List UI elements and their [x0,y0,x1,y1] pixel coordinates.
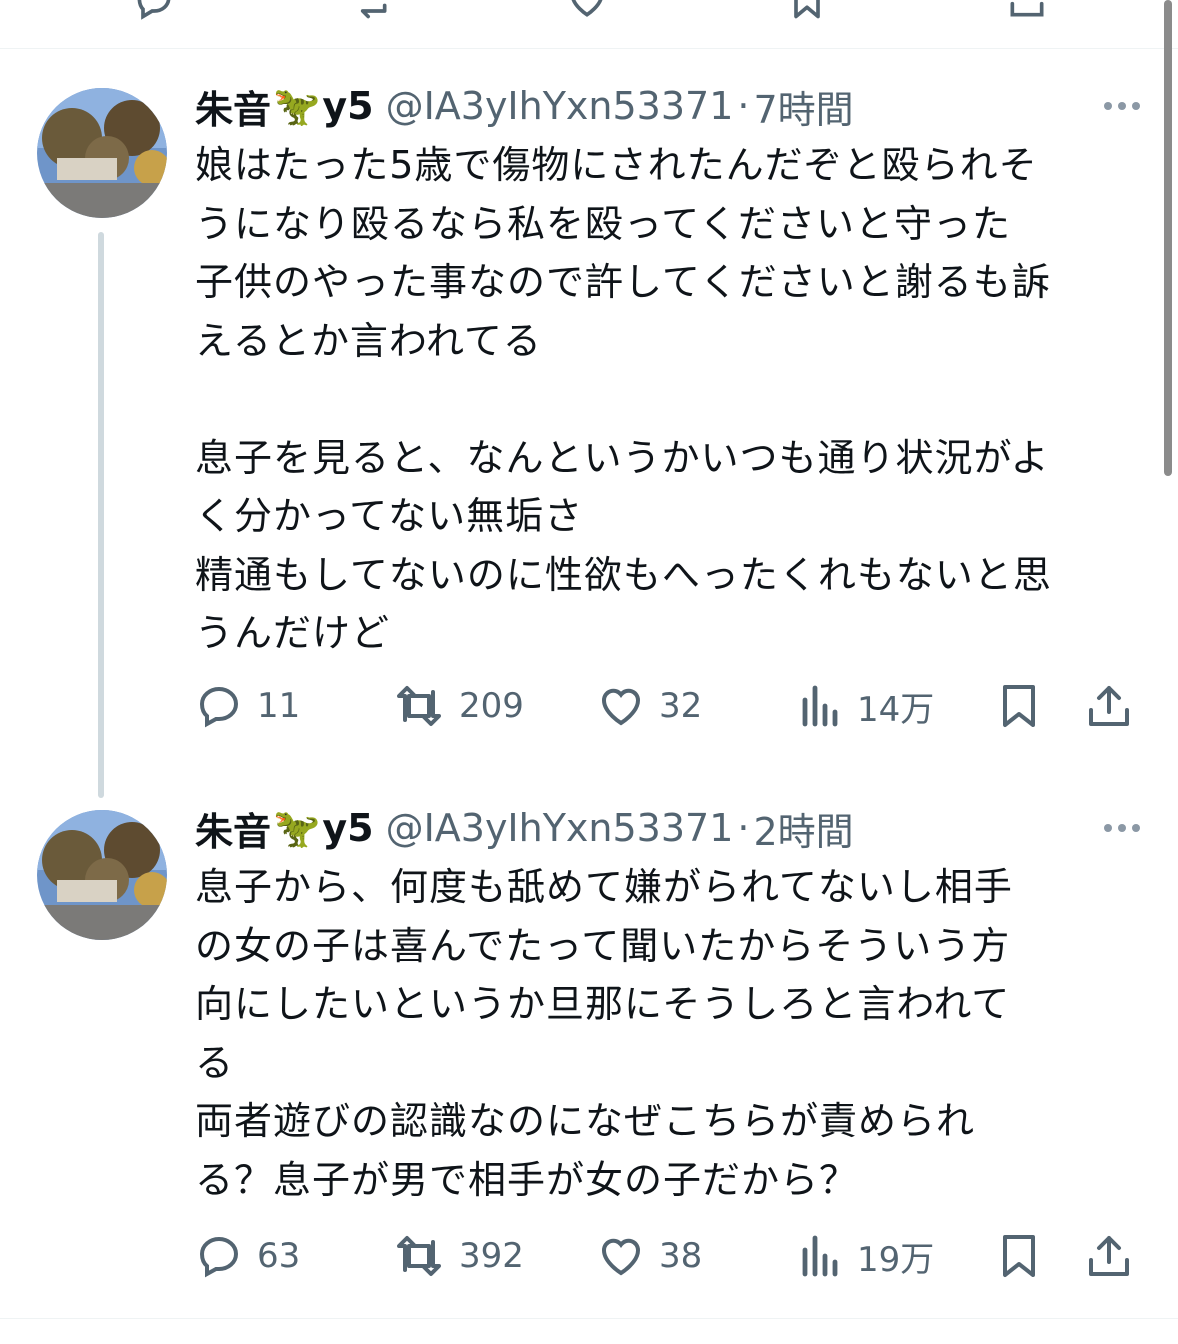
retweet-count: 209 [459,686,524,726]
bookmark-icon[interactable] [785,0,829,22]
heart-icon [602,1238,640,1276]
like-count: 38 [659,1236,703,1276]
timestamp[interactable]: 2時間 [753,801,853,856]
thread-connector-line [98,232,104,798]
dinosaur-emoji: 🦖 [273,83,321,128]
more-icon[interactable] [1104,78,1140,134]
separator-dot: · [737,806,750,850]
separator-dot: · [737,84,750,128]
retweet-icon[interactable] [345,0,395,22]
text-line: 息子を見ると、なんというかいつも通り状況がよ [195,435,1050,480]
timestamp[interactable]: 7時間 [753,79,853,134]
text-line: る？息子が男で相手が女の子だから？ [195,1157,859,1202]
bookmark-icon [1003,685,1035,727]
bookmark-icon [1003,1235,1035,1277]
text-line: の女の子は喜んでたって聞いたからそういう方 [195,923,1011,968]
share-icon [1089,1236,1129,1276]
views-button[interactable]: 19万 [799,1228,934,1284]
reply-count: 11 [257,686,301,726]
like-button[interactable]: 38 [597,1228,702,1284]
share-button[interactable] [1085,678,1133,734]
text-line: 息子から、何度も舐めて嫌がられてないし相手 [195,865,1013,909]
views-icon [802,1235,838,1277]
retweet-button[interactable]: 392 [393,1228,524,1284]
retweet-icon [397,686,441,726]
text-line: 子供のやった事なので許してくださいと謝るも訴 [195,260,1051,304]
text-line: く分かってない無垢さ [195,494,584,538]
retweet-count: 392 [459,1236,524,1276]
reply-icon [199,686,239,728]
avatar[interactable] [37,810,167,940]
text-line: る [195,1040,235,1085]
like-count: 32 [659,686,703,726]
more-icon[interactable] [1104,800,1140,856]
bookmark-button[interactable] [995,678,1043,734]
previous-tweet-actions [0,0,1178,49]
tweet-header: 朱音 🦖 y5 @IA3yIhYxn53371 · 7時間 [195,78,854,134]
user-handle[interactable]: @IA3yIhYxn53371 [386,806,734,850]
retweet-icon [397,1236,441,1276]
bookmark-button[interactable] [995,1228,1043,1284]
reply-icon [199,1236,239,1278]
display-name-suffix[interactable]: y5 [322,84,373,128]
view-count: 19万 [857,1239,935,1280]
share-button[interactable] [1085,1228,1133,1284]
tweet-header: 朱音 🦖 y5 @IA3yIhYxn53371 · 2時間 [195,800,854,856]
user-handle[interactable]: @IA3yIhYxn53371 [386,84,734,128]
tweet-actions: 11 209 32 14万 [195,678,1145,734]
views-icon [802,685,838,727]
text-line: うんだけど [195,611,391,655]
reply-count: 63 [257,1236,301,1276]
reply-button[interactable]: 63 [195,1228,300,1284]
heart-icon[interactable] [565,0,609,22]
avatar[interactable] [37,88,167,218]
thread-view: 朱音 🦖 y5 @IA3yIhYxn53371 · 7時間 娘はたった5歳で傷物… [0,0,1178,1344]
reply-button[interactable]: 11 [195,678,300,734]
display-name[interactable]: 朱音 [195,79,271,134]
divider [0,1318,1178,1319]
text-line: 娘はたった5歳で傷物にされたんだぞと殴られそ [195,143,1038,187]
tweet-text: 娘はたった5歳で傷物にされたんだぞと殴られそ うになり殴るなら私を殴ってください… [195,136,1130,663]
dinosaur-emoji: 🦖 [273,805,321,850]
tweet-text: 息子から、何度も舐めて嫌がられてないし相手 の女の子は喜んでたって聞いたからそう… [195,858,1130,1209]
text-line: うになり殴るなら私を殴ってくださいと守った [195,201,1011,246]
share-icon[interactable] [1003,0,1051,22]
heart-icon [602,688,640,726]
tweet-actions: 63 392 38 19万 [195,1228,1145,1284]
text-line: えるとか言われてる [195,318,542,363]
text-line: 精通もしてないのに性欲もへったくれもないと思 [195,552,1052,597]
share-icon [1089,686,1129,726]
retweet-button[interactable]: 209 [393,678,524,734]
view-count: 14万 [857,689,935,730]
display-name[interactable]: 朱音 [195,801,271,856]
text-line: 向にしたいというか旦那にそうしろと言われて [195,982,1011,1026]
text-line: 両者遊びの認識なのになぜこちらが責められ [195,1099,976,1143]
like-button[interactable]: 32 [597,678,702,734]
scrollbar[interactable] [1164,0,1172,476]
views-button[interactable]: 14万 [799,678,934,734]
display-name-suffix[interactable]: y5 [322,806,373,850]
reply-icon[interactable] [132,0,176,22]
